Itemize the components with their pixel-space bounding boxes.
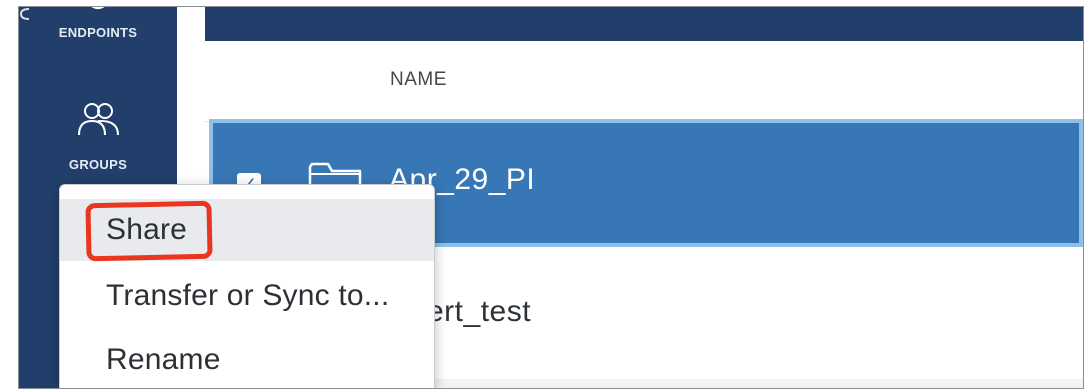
menu-item-label: Transfer or Sync to... (106, 279, 390, 312)
menu-item-rename[interactable]: Rename (60, 329, 434, 388)
sidebar-item-label: GROUPS (68, 157, 128, 172)
top-bar (205, 7, 1083, 41)
menu-item-label: Share (106, 213, 188, 246)
app-window: ENDPOINTS GROUPS NAME ✓ Ap (18, 6, 1084, 389)
column-header-name[interactable]: NAME (390, 69, 447, 91)
row-name[interactable]: ert_test (427, 295, 531, 329)
sidebar-item-label: ENDPOINTS (58, 25, 138, 40)
groups-icon (78, 103, 119, 136)
table-header: NAME (205, 41, 1083, 122)
menu-item-transfer-or-sync[interactable]: Transfer or Sync to... (60, 265, 434, 327)
menu-item-share[interactable]: Share (60, 199, 434, 262)
menu-item-label: Rename (106, 343, 221, 376)
sidebar-item-groups[interactable]: GROUPS (19, 99, 177, 172)
endpoints-icon (91, 7, 105, 10)
sidebar-item-endpoints[interactable]: ENDPOINTS (19, 7, 177, 40)
context-menu: Share Transfer or Sync to... Rename (59, 184, 435, 388)
